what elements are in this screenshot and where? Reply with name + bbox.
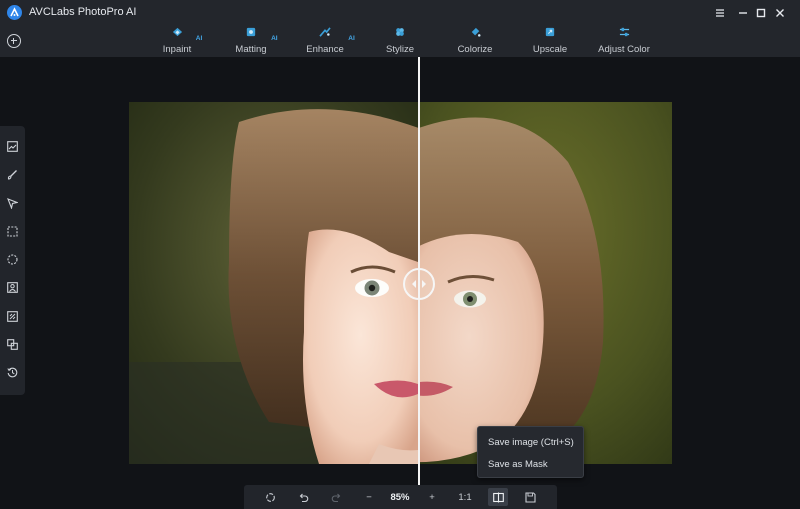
app-title: AVCLabs PhotoPro AI <box>29 6 137 18</box>
tab-stylize[interactable]: Stylize <box>360 26 440 57</box>
maximize-button[interactable] <box>752 4 770 22</box>
tab-label: Matting <box>235 44 267 55</box>
add-image-button[interactable] <box>7 34 21 48</box>
layer-tool-button[interactable] <box>6 338 19 351</box>
ai-badge: AI <box>348 35 355 42</box>
rect-select-icon <box>7 226 18 237</box>
left-tool-panel <box>0 126 25 395</box>
zoom-level: 85% <box>390 491 410 503</box>
auto-select-icon <box>7 311 18 322</box>
photo-after-half <box>418 102 672 464</box>
layer-icon <box>7 339 18 350</box>
minimize-button[interactable] <box>734 4 752 22</box>
minimize-icon <box>739 12 747 14</box>
hamburger-icon <box>716 9 724 17</box>
tab-label: Inpaint <box>162 44 192 55</box>
zoom-in-button[interactable]: + <box>423 488 441 506</box>
history-tool-button[interactable] <box>6 366 19 379</box>
ai-badge: AI <box>271 35 278 42</box>
save-as-mask-menu-item[interactable]: Save as Mask <box>478 454 583 476</box>
tab-enhance[interactable]: Enhance AI <box>285 26 365 57</box>
split-view-icon <box>492 492 504 502</box>
brush-icon <box>7 170 17 180</box>
image-tool-button[interactable] <box>6 140 19 153</box>
close-icon <box>776 9 784 17</box>
undo-button[interactable] <box>294 488 312 506</box>
stylize-icon <box>396 28 404 36</box>
tab-matting[interactable]: Matting AI <box>211 26 291 57</box>
zoom-out-button[interactable]: − <box>360 488 378 506</box>
rect-select-tool-button[interactable] <box>6 225 19 238</box>
maximize-icon <box>756 8 766 18</box>
redo-button[interactable] <box>327 488 345 506</box>
upscale-icon <box>545 27 555 37</box>
reset-button[interactable] <box>261 488 279 506</box>
tab-label: Colorize <box>457 44 493 55</box>
history-icon <box>7 367 18 378</box>
compare-slider-handle[interactable] <box>403 268 435 300</box>
tab-label: Upscale <box>532 44 568 55</box>
image-icon <box>7 141 18 152</box>
reset-icon <box>265 492 275 502</box>
actual-size-button[interactable]: 1:1 <box>456 488 474 506</box>
close-button[interactable] <box>771 4 789 22</box>
undo-icon <box>299 493 308 502</box>
bottom-control-bar: − 85% + 1:1 <box>244 485 557 509</box>
tab-label: Stylize <box>386 44 414 55</box>
tab-inpaint[interactable]: Inpaint AI <box>137 26 217 57</box>
photo-canvas[interactable] <box>129 102 672 464</box>
matting-icon <box>246 27 256 37</box>
ai-badge: AI <box>195 35 203 42</box>
compare-view-button[interactable] <box>488 488 508 506</box>
redo-icon <box>331 493 340 502</box>
save-button[interactable] <box>521 488 539 506</box>
tab-adjust-color[interactable]: Adjust Color <box>584 26 664 57</box>
menu-button[interactable] <box>711 4 729 22</box>
pointer-icon <box>7 198 18 209</box>
app-logo-icon <box>7 5 22 20</box>
brush-tool-button[interactable] <box>6 168 19 181</box>
ellipse-select-tool-button[interactable] <box>6 253 19 266</box>
enhance-icon <box>319 27 331 37</box>
tab-label: Adjust Color <box>598 44 650 55</box>
left-right-arrows-icon <box>412 280 426 288</box>
save-context-menu: Save image (Ctrl+S) Save as Mask <box>477 426 584 478</box>
adjust-color-icon <box>619 27 629 37</box>
save-image-menu-item[interactable]: Save image (Ctrl+S) <box>478 432 583 454</box>
person-select-tool-button[interactable] <box>6 281 19 294</box>
colorize-icon <box>471 27 480 37</box>
tab-colorize[interactable]: Colorize <box>435 26 515 57</box>
title-bar: AVCLabs PhotoPro AI <box>0 0 800 26</box>
save-icon <box>524 491 536 503</box>
person-icon <box>7 282 18 293</box>
photo-before-half <box>129 102 418 464</box>
tab-label: Enhance <box>306 44 344 55</box>
inpaint-icon <box>172 27 182 37</box>
tab-upscale[interactable]: Upscale <box>510 26 590 57</box>
pointer-tool-button[interactable] <box>6 197 19 210</box>
auto-select-tool-button[interactable] <box>6 310 19 323</box>
feature-toolbar: Inpaint AI Matting AI Enhance AI Stylize Co… <box>0 26 800 57</box>
ellipse-select-icon <box>7 254 18 265</box>
